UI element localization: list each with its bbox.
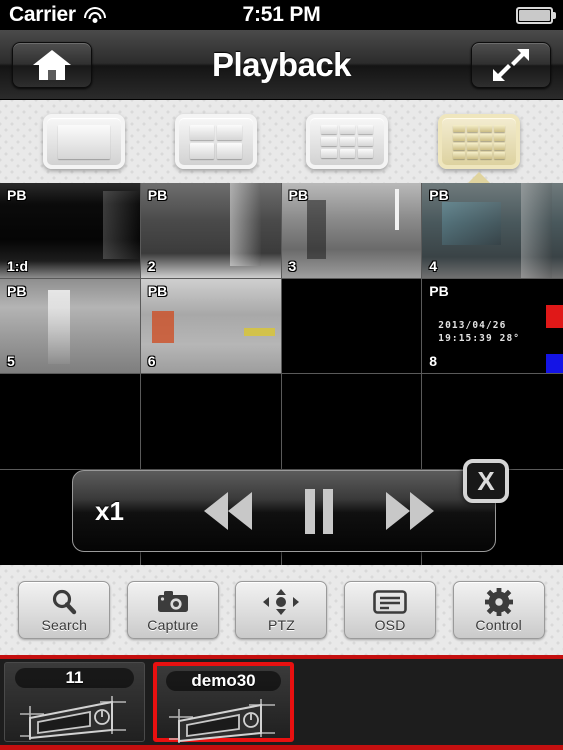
device-name: demo30 [166,671,281,691]
clock-label: 7:51 PM [242,3,321,26]
dpad-icon [263,588,300,616]
playback-badge: PB [7,187,27,203]
magnifier-icon [49,588,79,616]
osd-color-bar-blue [546,353,563,374]
channel-number: 4 [429,257,438,274]
video-cell-1[interactable]: PB 1:d [0,183,141,279]
ptz-label: PTZ [267,616,295,633]
layout-4x4-icon [453,124,506,159]
video-cell-8[interactable]: PB 2013/04/26 19:15:39 28° 8 [422,278,563,374]
playback-screen: Carrier 7:51 PM Playback PB 1:d PB 2 PB … [0,0,563,750]
osd-time: 19:15:39 28° [438,332,521,344]
osd-timestamp: 2013/04/26 19:15:39 28° [438,319,520,345]
osd-date: 2013/04/26 [438,319,507,331]
osd-label: OSD [374,616,406,633]
expand-diagonal-icon [493,49,529,81]
video-thumbnail [281,278,422,373]
pause-icon [304,488,333,534]
layout-button-2x2[interactable] [174,114,257,169]
pause-button[interactable] [304,488,333,534]
close-playback-bar-button[interactable]: X [463,459,509,503]
channel-number: 2 [147,257,156,274]
layout-button-3x3[interactable] [306,114,389,169]
dvr-icon [16,692,134,749]
video-cell-3[interactable]: PB 3 [281,183,423,279]
playback-badge: PB [7,282,27,299]
fullscreen-button[interactable] [471,42,551,88]
channel-number: 3 [288,257,297,274]
osd-button[interactable]: OSD [344,581,437,639]
channel-number: 1:d [7,257,28,274]
function-toolbar: Search Capture PTZ OSD Control [0,565,563,655]
fast-forward-icon [386,492,435,530]
dvr-icon [165,695,283,750]
video-cell-5[interactable]: PB 5 [0,278,141,374]
playback-badge: PB [288,187,308,203]
video-thumbnail [422,374,563,469]
device-bar-empty-space [294,659,563,745]
rewind-icon [203,492,252,530]
video-thumbnail [281,374,422,469]
playback-speed-label: x1 [95,495,124,526]
capture-label: Capture [147,616,199,633]
video-cell-6[interactable]: PB 6 [140,278,282,374]
camera-icon [157,588,189,616]
layout-1x1-icon [57,124,110,159]
home-button[interactable] [12,42,92,88]
channel-number: 5 [7,353,15,369]
video-cell-7[interactable] [281,278,423,374]
osd-color-bar-red [546,304,563,328]
playback-transport-buttons [177,488,495,534]
capture-button[interactable]: Capture [126,581,219,639]
control-label: Control [475,616,522,633]
video-cell-10[interactable] [140,374,282,470]
nav-bar: Playback [0,30,563,100]
status-bar: Carrier 7:51 PM [0,0,563,30]
video-cell-12[interactable] [422,374,563,470]
search-button[interactable]: Search [18,581,111,639]
device-bar: 11 demo30 [0,655,563,750]
rewind-button[interactable] [203,492,252,530]
playback-badge: PB [147,282,168,299]
battery-icon [516,6,556,24]
layout-2x2-icon [189,124,242,159]
home-icon [33,50,71,80]
playback-badge: PB [429,187,449,203]
device-name: 11 [14,668,135,688]
video-thumbnail [0,374,140,469]
playback-control-bar: x1 X [72,459,509,552]
video-cell-2[interactable]: PB 2 [140,183,282,279]
page-title: Playback [211,45,352,83]
control-button[interactable]: Control [452,581,545,639]
video-cell-9[interactable] [0,374,141,470]
channel-number: 6 [147,353,156,369]
layout-3x3-icon [321,124,374,159]
fast-forward-button[interactable] [386,492,435,530]
video-cell-4[interactable]: PB 4 [422,183,563,279]
video-cell-11[interactable] [281,374,423,470]
playback-badge: PB [429,282,449,299]
gear-icon [484,587,513,616]
search-label: Search [41,616,88,633]
display-icon [373,588,407,616]
playback-badge: PB [147,187,168,203]
layout-button-4x4[interactable] [438,114,521,187]
video-thumbnail [140,374,281,469]
channel-number: 8 [429,353,438,369]
layout-selector-bar [0,100,563,187]
device-tile-demo30[interactable]: demo30 [153,662,294,743]
layout-button-1x1[interactable] [42,114,125,169]
device-tile-11[interactable]: 11 [4,662,145,742]
ptz-button[interactable]: PTZ [235,581,328,639]
